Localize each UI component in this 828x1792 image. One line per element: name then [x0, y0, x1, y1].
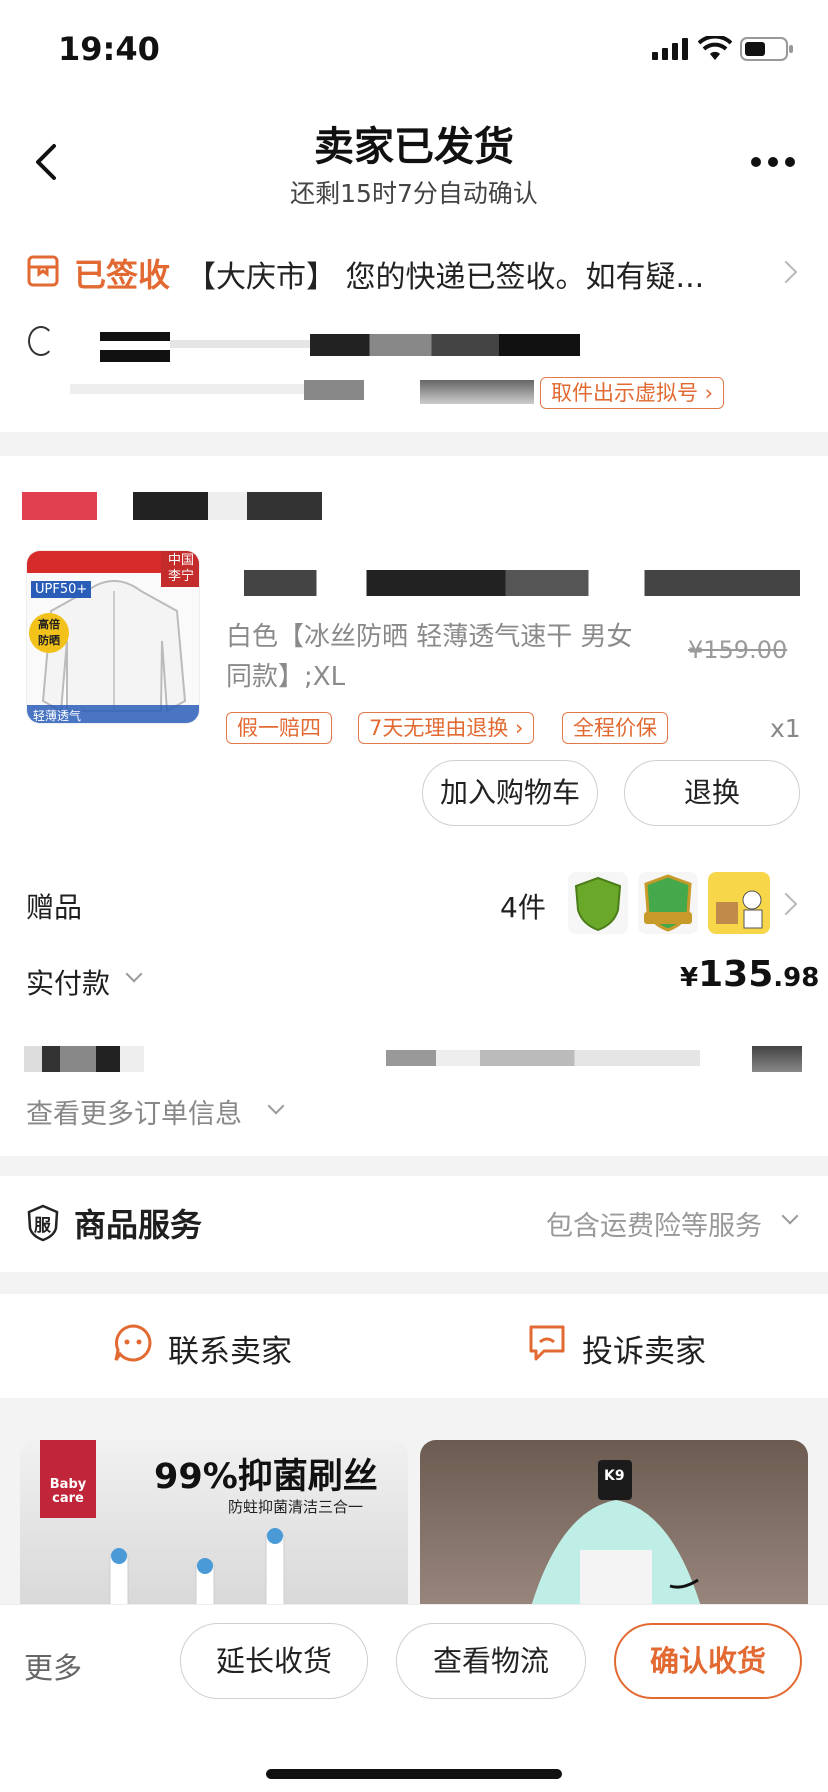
wifi-icon [697, 34, 733, 62]
tag-price-protection[interactable]: 全程价保 [562, 712, 668, 744]
order-no-label-redacted [24, 1046, 144, 1072]
paid-currency: ¥ [680, 963, 699, 993]
page-subtitle: 还剩15时7分自动确认 [290, 179, 538, 208]
chevron-down-icon [781, 1207, 799, 1225]
view-more-order-info[interactable]: 查看更多订单信息 [26, 1092, 242, 1132]
service-title: 商品服务 [74, 1206, 203, 1244]
home-indicator [266, 1769, 562, 1779]
original-price: ¥159.00 [688, 636, 788, 664]
tag-seven-day-return-label: 7天无理由退换 [369, 716, 509, 740]
gifts-label: 赠品 [26, 891, 83, 924]
chevron-right-icon [774, 892, 798, 916]
shipping-insurance-badge-icon [568, 872, 628, 934]
complain-seller-button[interactable]: 投诉卖家 [526, 1318, 726, 1374]
logistics-message: 【大庆市】 您的快递已签收。如有疑... [186, 260, 705, 295]
add-to-cart-button[interactable]: 加入购物车 [422, 760, 598, 826]
order-detail-page: 19:40 卖家已发货 还剩15时7分自动确认 已签收 【大庆市】 您的快递已签… [0, 0, 828, 1792]
ad-card-toothbrush[interactable]: Baby care 99%抑菌刷丝 防蛀抑菌清洁三合一 [20, 1440, 408, 1620]
gift-goods-badge-icon [708, 872, 770, 934]
complain-chat-icon [526, 1322, 568, 1364]
pickup-code-button[interactable]: 取件出示虚拟号 › [540, 377, 725, 409]
recipient-phone-redacted [170, 340, 310, 348]
tag-fake-compensation[interactable]: 假一赔四 [226, 712, 332, 744]
after-sale-badge-icon [638, 872, 698, 934]
service-icon-text: 服 [34, 1216, 51, 1236]
service-card[interactable]: 服 商品服务 包含运费险等服务 [0, 1176, 828, 1272]
header-card: 19:40 卖家已发货 还剩15时7分自动确认 已签收 【大庆市】 您的快递已签… [0, 0, 828, 432]
paid-amount-int: 135 [698, 954, 774, 995]
recipient-addr-redacted-2 [70, 384, 310, 394]
recipient-addr-redacted-4 [420, 380, 534, 404]
return-exchange-button[interactable]: 退换 [624, 760, 800, 826]
seller-chat-icon [112, 1322, 154, 1364]
chevron-down-icon [125, 965, 143, 983]
tag-seven-day-return[interactable]: 7天无理由退换 › [358, 712, 535, 744]
package-icon [26, 254, 60, 288]
logistics-row[interactable]: 已签收 【大庆市】 您的快递已签收。如有疑... [0, 244, 828, 304]
view-more-order-info-label: 查看更多订单信息 [26, 1099, 242, 1130]
ad-headline: 99%抑菌刷丝 [154, 1457, 378, 1497]
page-title: 卖家已发货 [314, 124, 514, 170]
contact-seller-label: 联系卖家 [168, 1334, 292, 1370]
gifts-count: 4件 [500, 891, 546, 924]
gifts-row[interactable]: 赠品 4件 [0, 868, 828, 938]
paid-label: 实付款 [26, 967, 111, 1000]
recipient-addr-redacted-1 [310, 334, 580, 356]
more-menu-icon[interactable] [748, 150, 798, 174]
logistics-status: 已签收 [74, 256, 171, 294]
variant-text-line1: 白色【冰丝防晒 轻薄透气速干 男女 [226, 622, 633, 652]
babycare-logo: Baby care [40, 1440, 96, 1518]
location-icon [28, 326, 54, 356]
recipient-addr-redacted-3 [304, 380, 364, 400]
product-card: 中国 李宁 UPF50+ 高倍 防晒 轻薄透气 白色【冰丝防晒 轻薄透气速干 男… [0, 456, 828, 1156]
extend-receipt-button[interactable]: 延长收货 [180, 1623, 368, 1699]
jacket-hanger-image [530, 1460, 702, 1610]
variant-text-line2: 同款】;XL [226, 662, 346, 692]
chevron-right-icon [774, 260, 798, 284]
thumb-badge-left: 高倍 防晒 [29, 613, 69, 653]
thumb-upf-label: UPF50+ [31, 581, 92, 598]
status-time: 19:40 [58, 30, 160, 68]
more-actions-button[interactable]: 更多 [24, 1645, 82, 1687]
confirm-receipt-button[interactable]: 确认收货 [614, 1623, 802, 1699]
thumb-badge-top: 中国 李宁 [161, 551, 199, 587]
bottom-action-bar: 更多 延长收货 查看物流 确认收货 [0, 1604, 828, 1792]
product-title-redacted [244, 570, 800, 596]
ad-subline: 防蛀抑菌清洁三合一 [228, 1498, 364, 1516]
contact-seller-button[interactable]: 联系卖家 [112, 1318, 312, 1374]
ad-hanger-label: K9 [604, 1468, 625, 1484]
paid-row[interactable]: 实付款 ¥135.98 [0, 948, 828, 1014]
pickup-code-label: 取件出示虚拟号 [551, 381, 698, 405]
view-logistics-button[interactable]: 查看物流 [396, 1623, 586, 1699]
service-shield-icon: 服 [26, 1204, 60, 1242]
shop-name-redacted [22, 492, 322, 520]
contact-card: 联系卖家 投诉卖家 [0, 1294, 828, 1398]
order-no-value-redacted [386, 1050, 700, 1066]
recipient-name-redacted [100, 332, 170, 362]
complain-seller-label: 投诉卖家 [582, 1334, 706, 1370]
product-thumbnail[interactable]: 中国 李宁 UPF50+ 高倍 防晒 轻薄透气 [26, 550, 200, 724]
ad-card-jacket[interactable]: K9 [420, 1440, 808, 1620]
battery-icon [740, 36, 794, 62]
thumb-bottom-label: 轻薄透气 [33, 709, 82, 723]
paid-amount: ¥135.98 [680, 954, 819, 995]
service-summary: 包含运费险等服务 [546, 1211, 762, 1242]
chevron-down-icon [267, 1097, 285, 1115]
paid-amount-dec: .98 [773, 963, 820, 993]
signal-icon [652, 38, 692, 60]
copy-button-redacted[interactable] [752, 1046, 802, 1072]
quantity-label: x1 [770, 714, 801, 743]
